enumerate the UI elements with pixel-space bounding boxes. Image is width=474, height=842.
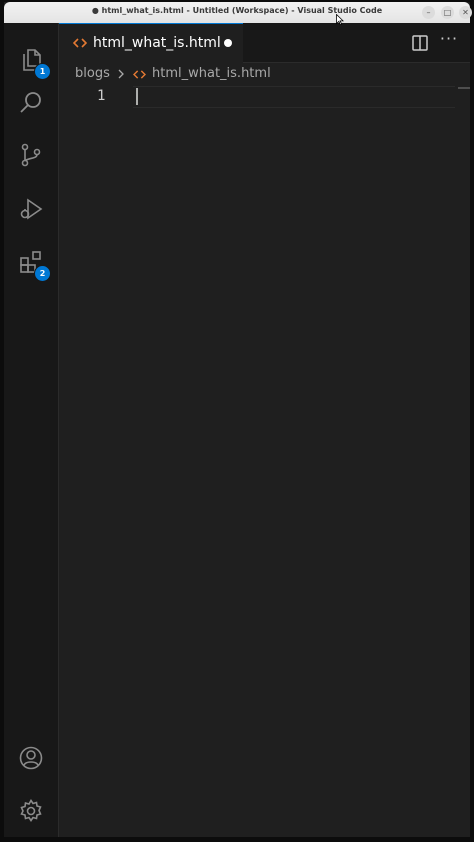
breadcrumb-file[interactable]: html_what_is.html [152, 66, 271, 81]
minimize-button[interactable]: – [422, 6, 435, 19]
editor-tab-html-what-is[interactable]: html_what_is.html [59, 23, 243, 63]
activity-bar: 1 2 [4, 23, 59, 837]
more-actions-button[interactable]: ··· [438, 29, 460, 53]
source-control-button[interactable] [12, 136, 50, 174]
minimap-indicator[interactable] [458, 87, 470, 89]
accounts-button[interactable] [12, 739, 50, 777]
close-window-button[interactable]: ✕ [459, 6, 472, 19]
explorer-button[interactable]: 1 [12, 41, 51, 80]
chevron-right-icon [118, 69, 124, 79]
maximize-button[interactable]: □ [441, 6, 454, 19]
mouse-pointer-icon [336, 14, 344, 25]
search-icon [20, 92, 41, 113]
html-code-icon [133, 70, 146, 79]
account-icon [19, 746, 43, 770]
split-editor-icon[interactable] [411, 34, 429, 52]
breadcrumb: blogs html_what_is.html [59, 63, 470, 85]
extensions-button[interactable]: 2 [12, 243, 51, 282]
run-debug-icon [20, 198, 43, 220]
current-line-highlight [133, 86, 455, 108]
window-frame-bottom [0, 837, 474, 842]
manage-button[interactable] [12, 792, 50, 830]
explorer-badge: 1 [34, 63, 51, 80]
window-frame-right [470, 2, 474, 840]
breadcrumb-folder[interactable]: blogs [75, 66, 110, 81]
source-control-icon [21, 143, 41, 167]
run-debug-button[interactable] [12, 190, 50, 228]
gear-icon [20, 799, 42, 822]
html-code-icon [73, 38, 87, 48]
text-cursor [136, 88, 138, 105]
extensions-badge: 2 [34, 265, 51, 282]
code-editor[interactable]: 1 [59, 85, 470, 837]
tab-label: html_what_is.html [93, 35, 221, 51]
window-title: ● html_what_is.html - Untitled (Workspac… [91, 6, 383, 15]
window-titlebar[interactable]: ● html_what_is.html - Untitled (Workspac… [4, 2, 472, 23]
editor-tab-bar: html_what_is.html ··· [59, 23, 470, 63]
line-number: 1 [97, 88, 106, 104]
search-button[interactable] [12, 83, 50, 121]
unsaved-changes-dot[interactable] [224, 39, 232, 47]
